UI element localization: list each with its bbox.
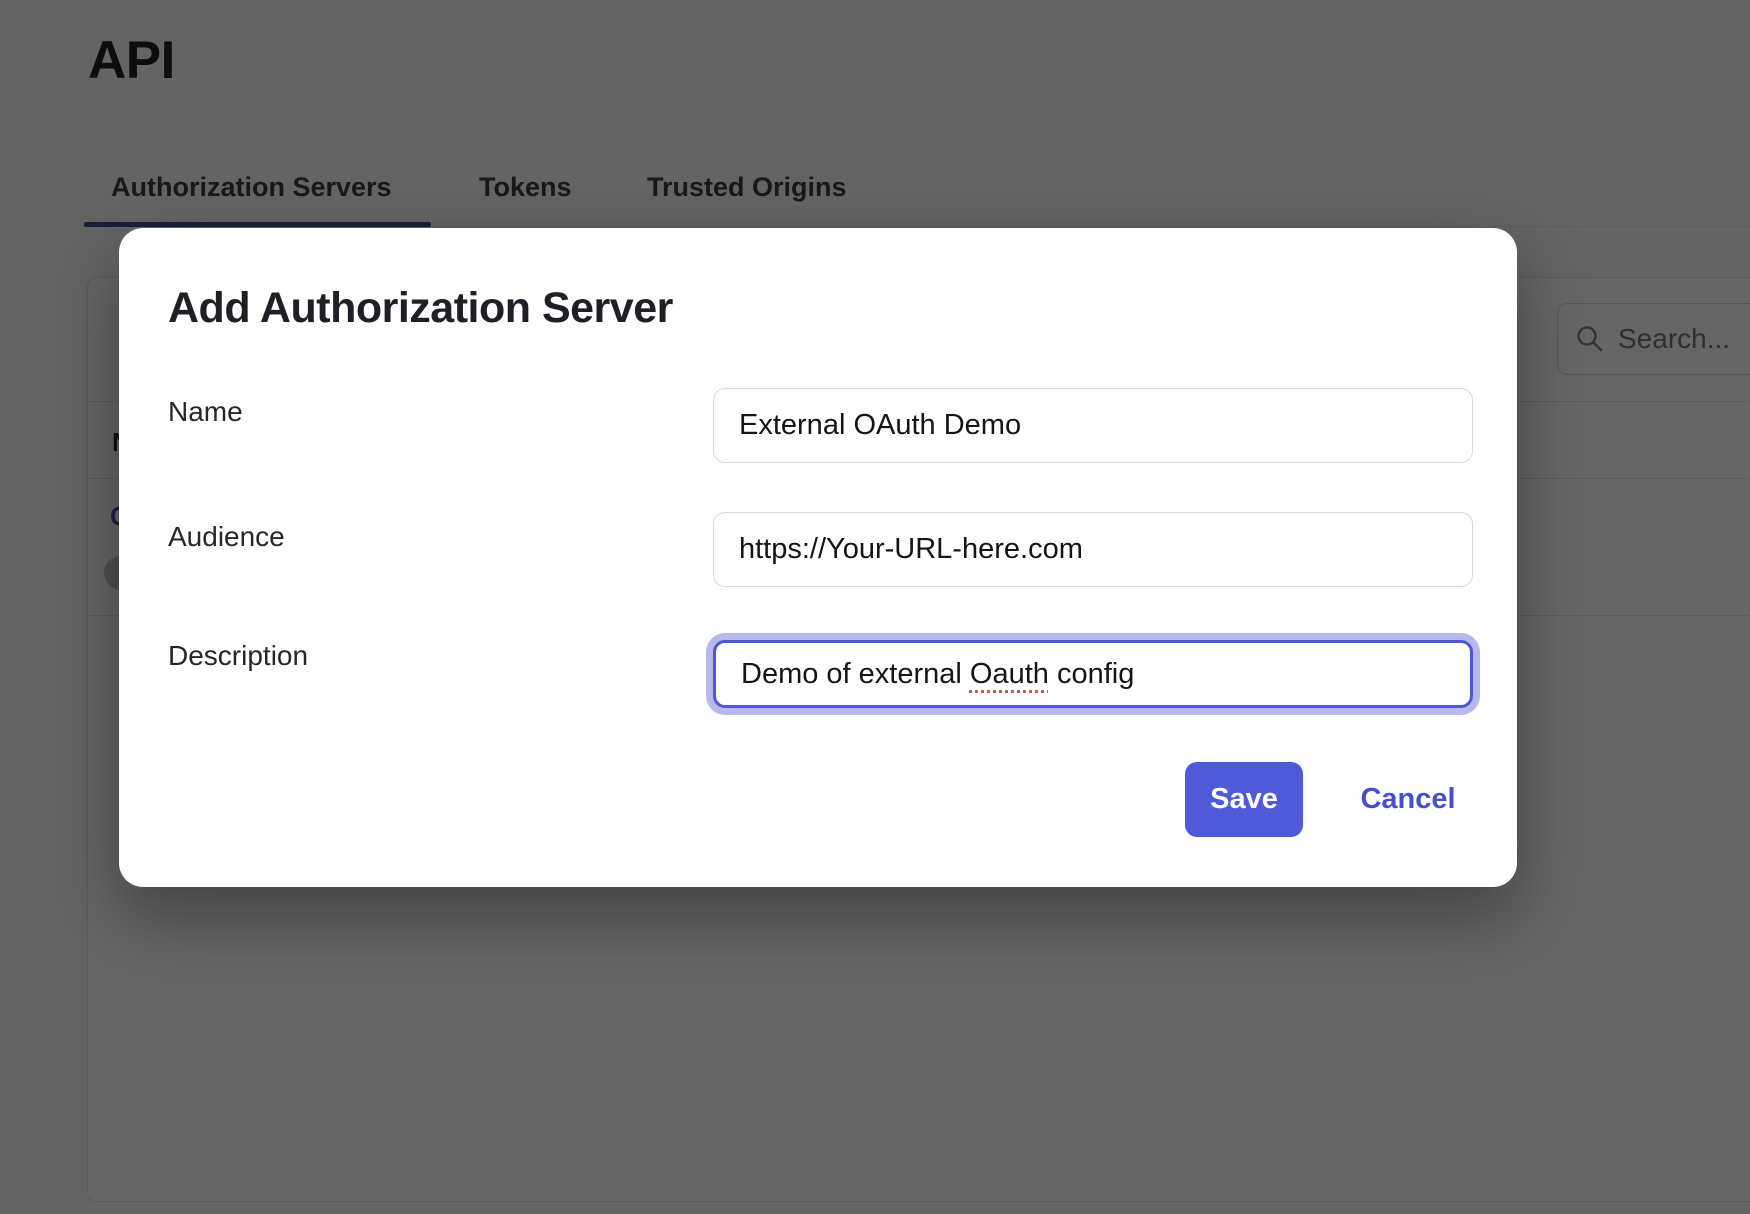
audience-label: Audience [168,521,285,553]
save-button[interactable]: Save [1185,762,1303,837]
name-field[interactable] [713,388,1473,463]
modal-title: Add Authorization Server [168,284,673,333]
description-field[interactable]: Demo of external Oauth config [713,640,1473,708]
cancel-button[interactable]: Cancel [1343,762,1473,837]
description-text-before: Demo of external [741,658,970,691]
audience-field[interactable] [713,512,1473,587]
name-label: Name [168,396,243,428]
description-text-misspelled: Oauth [970,658,1049,691]
add-authorization-server-modal: Add Authorization Server Name Audience D… [119,228,1517,887]
description-text-after: config [1049,658,1134,691]
api-page: API Authorization Servers Tokens Trusted… [0,0,1750,1214]
description-label: Description [168,640,308,672]
